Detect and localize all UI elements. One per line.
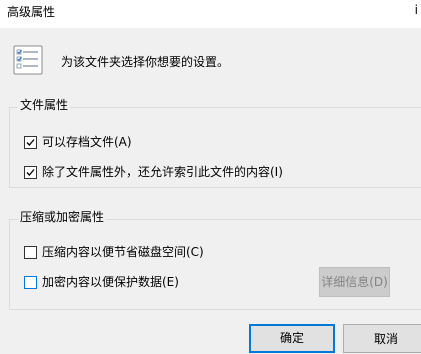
index-checkbox[interactable] — [24, 165, 37, 179]
checkmark-icon — [26, 138, 35, 146]
compress-checkbox[interactable] — [24, 245, 37, 259]
close-icon[interactable]: i — [415, 3, 418, 17]
cancel-button[interactable]: 取消 — [343, 324, 421, 353]
title-bar: 高级属性 i — [0, 0, 421, 28]
compress-encrypt-label: 压缩或加密属性 — [18, 209, 107, 225]
properties-checklist-icon — [13, 45, 43, 75]
archive-label: 可以存档文件(A) — [42, 135, 132, 149]
checkmark-icon — [26, 168, 35, 176]
compress-checkbox-row[interactable]: 压缩内容以便节省磁盘空间(C) — [24, 244, 204, 260]
ok-button[interactable]: 确定 — [249, 324, 335, 353]
encrypt-checkbox-row[interactable]: 加密内容以便保护数据(E) — [24, 274, 179, 290]
encrypt-checkbox[interactable] — [24, 275, 37, 289]
window-title: 高级属性 — [7, 5, 56, 19]
dialog-body: 为该文件夹选择你想要的设置。 文件属性 可以存档文件(A) 除了文件属性外，还允… — [0, 28, 421, 354]
index-label: 除了文件属性外，还允许索引此文件的内容(I) — [42, 165, 283, 179]
compress-label: 压缩内容以便节省磁盘空间(C) — [42, 245, 204, 259]
index-checkbox-row[interactable]: 除了文件属性外，还允许索引此文件的内容(I) — [24, 164, 283, 180]
file-attributes-label: 文件属性 — [18, 97, 71, 113]
encrypt-label: 加密内容以便保护数据(E) — [42, 275, 179, 289]
archive-checkbox-row[interactable]: 可以存档文件(A) — [24, 134, 132, 150]
header-description: 为该文件夹选择你想要的设置。 — [61, 55, 230, 69]
archive-checkbox[interactable] — [24, 135, 37, 149]
details-button[interactable]: 详细信息(D) — [319, 267, 390, 297]
